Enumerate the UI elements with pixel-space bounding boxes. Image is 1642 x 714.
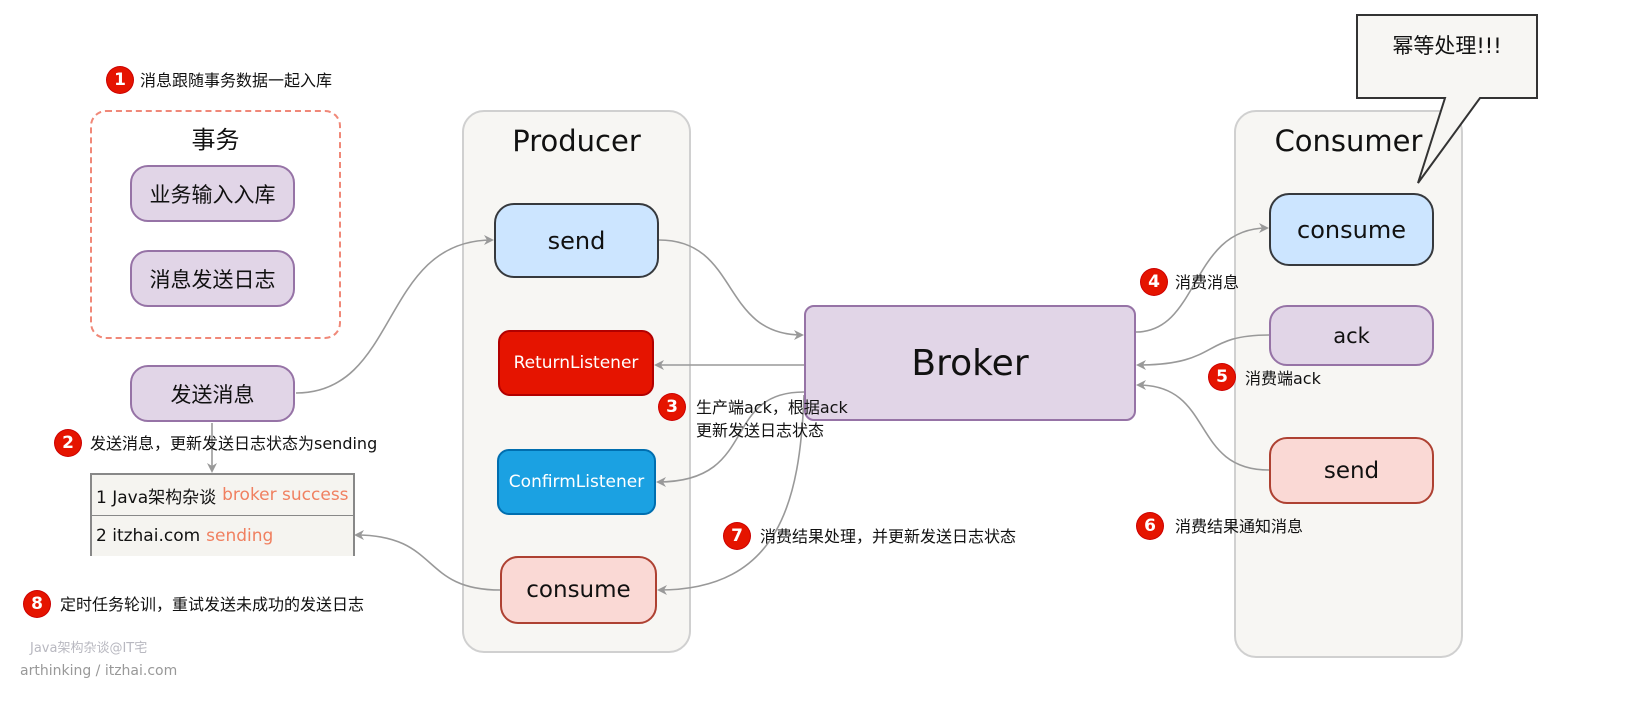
step-note-8: 定时任务轮训，重试发送未成功的发送日志 bbox=[60, 595, 365, 614]
message-log-box: 消息发送日志 bbox=[130, 250, 295, 307]
log-row-id: 1 Java架构杂谈 bbox=[96, 487, 217, 508]
log-row-id: 2 itzhai.com bbox=[96, 526, 201, 546]
step-badge-7: 7 bbox=[724, 523, 750, 549]
step-note-1: 消息跟随事务数据一起入库 bbox=[140, 71, 333, 90]
callout-text: 幂等处理!!! bbox=[1392, 34, 1502, 58]
broker-box: Broker bbox=[804, 305, 1136, 421]
arrow-send-message-to-send bbox=[295, 235, 494, 394]
step-note-6: 消费结果通知消息 bbox=[1175, 517, 1304, 536]
send-message-box: 发送消息 bbox=[130, 365, 295, 422]
step-note-7: 消费结果处理，并更新发送日志状态 bbox=[760, 527, 1017, 546]
watermark-line2: arthinking / itzhai.com bbox=[20, 663, 178, 679]
step-note-2: 发送消息，更新发送日志状态为sending bbox=[90, 434, 378, 453]
arrow-send-to-broker bbox=[658, 239, 804, 340]
consumer-consume-box: consume bbox=[1269, 193, 1434, 266]
step-badge-1: 1 bbox=[107, 67, 133, 93]
step-badge-3: 3 bbox=[659, 394, 685, 420]
return-listener-box: ReturnListener bbox=[498, 330, 654, 396]
log-table: 1 Java架构杂谈 broker success 2 itzhai.com sen… bbox=[90, 473, 355, 556]
business-data-box: 业务输入入库 bbox=[130, 165, 295, 222]
step-badge-6: 6 bbox=[1137, 513, 1163, 539]
producer-consume-box: consume bbox=[500, 556, 657, 624]
step-note-3a: 生产端ack，根据ack bbox=[696, 398, 848, 417]
consumer-ack-box: ack bbox=[1269, 305, 1434, 366]
step-note-4: 消费消息 bbox=[1175, 273, 1240, 292]
step-badge-8: 8 bbox=[24, 591, 50, 617]
arrow-ack-to-broker bbox=[1136, 334, 1270, 370]
step-badge-5: 5 bbox=[1209, 364, 1235, 390]
step-note-5: 消费端ack bbox=[1245, 369, 1321, 388]
arrow-consume-to-log-table bbox=[354, 530, 501, 591]
producer-send-box: send bbox=[494, 203, 659, 278]
log-row: 2 itzhai.com sending bbox=[92, 516, 353, 556]
step-badge-4: 4 bbox=[1141, 269, 1167, 295]
arrow-consumer-send-to-broker bbox=[1136, 380, 1270, 471]
log-row: 1 Java架构杂谈 broker success bbox=[92, 475, 353, 515]
watermark-line1: Java架构杂谈@IT宅 bbox=[30, 641, 148, 656]
confirm-listener-box: ConfirmListener bbox=[497, 449, 656, 515]
step-note-3b: 更新发送日志状态 bbox=[696, 421, 825, 440]
consumer-send-box: send bbox=[1269, 437, 1434, 504]
log-row-status: sending bbox=[206, 526, 274, 546]
log-row-status: broker success bbox=[222, 485, 349, 505]
step-badge-2: 2 bbox=[55, 430, 81, 456]
